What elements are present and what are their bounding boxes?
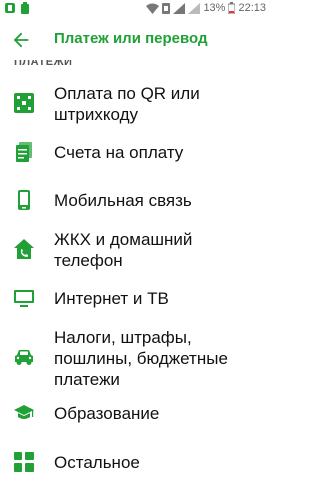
signal-icon-2 — [188, 2, 201, 14]
tv-icon — [14, 290, 34, 307]
app-bar: Платеж или перевод — [0, 18, 270, 62]
list-item-mobile[interactable]: Мобильная связь — [0, 188, 270, 214]
item-label: Интернет и ТВ — [54, 289, 169, 308]
list-item-utilities[interactable]: ЖКХ и домашний телефон — [0, 228, 270, 272]
status-left — [4, 2, 29, 14]
back-arrow-icon[interactable] — [10, 29, 32, 51]
item-label: ЖКХ и домашний телефон — [54, 230, 193, 270]
sim-icon — [162, 2, 171, 14]
battery-small-icon — [21, 2, 29, 14]
list-item-other[interactable]: Остальное — [0, 450, 270, 476]
item-label: Оплата по QR или штрихкоду — [54, 84, 200, 124]
invoice-icon — [16, 142, 32, 162]
clock: 22:13 — [238, 2, 266, 14]
item-label: Счета на оплату — [54, 143, 184, 162]
page-title: Платеж или перевод — [54, 30, 208, 47]
graduation-cap-icon — [14, 405, 34, 419]
list-item-internet-tv[interactable]: Интернет и ТВ — [0, 286, 270, 312]
qr-icon — [14, 93, 34, 113]
grid-icon — [14, 452, 34, 472]
car-icon — [15, 350, 33, 365]
signal-icon — [173, 2, 186, 14]
status-bar: 13% 22:13 — [0, 0, 270, 18]
house-phone-icon — [14, 239, 34, 259]
wifi-icon — [146, 3, 160, 14]
battery-icon — [228, 2, 236, 14]
list-item-education[interactable]: Образование — [0, 401, 270, 427]
item-label: Образование — [54, 404, 160, 423]
notification-icon — [5, 3, 15, 13]
list-item-qr[interactable]: Оплата по QR или штрихкоду — [0, 82, 270, 126]
item-label: Мобильная связь — [54, 191, 192, 210]
status-right: 13% 22:13 — [146, 2, 266, 14]
item-label: Налоги, штрафы, пошлины, бюджетные плате… — [54, 328, 228, 389]
phone-icon — [18, 190, 30, 210]
list-item-taxes[interactable]: Налоги, штрафы, пошлины, бюджетные плате… — [0, 326, 270, 389]
item-label: Остальное — [54, 453, 140, 472]
battery-percent: 13% — [203, 2, 226, 14]
list-item-invoices[interactable]: Счета на оплату — [0, 140, 270, 166]
